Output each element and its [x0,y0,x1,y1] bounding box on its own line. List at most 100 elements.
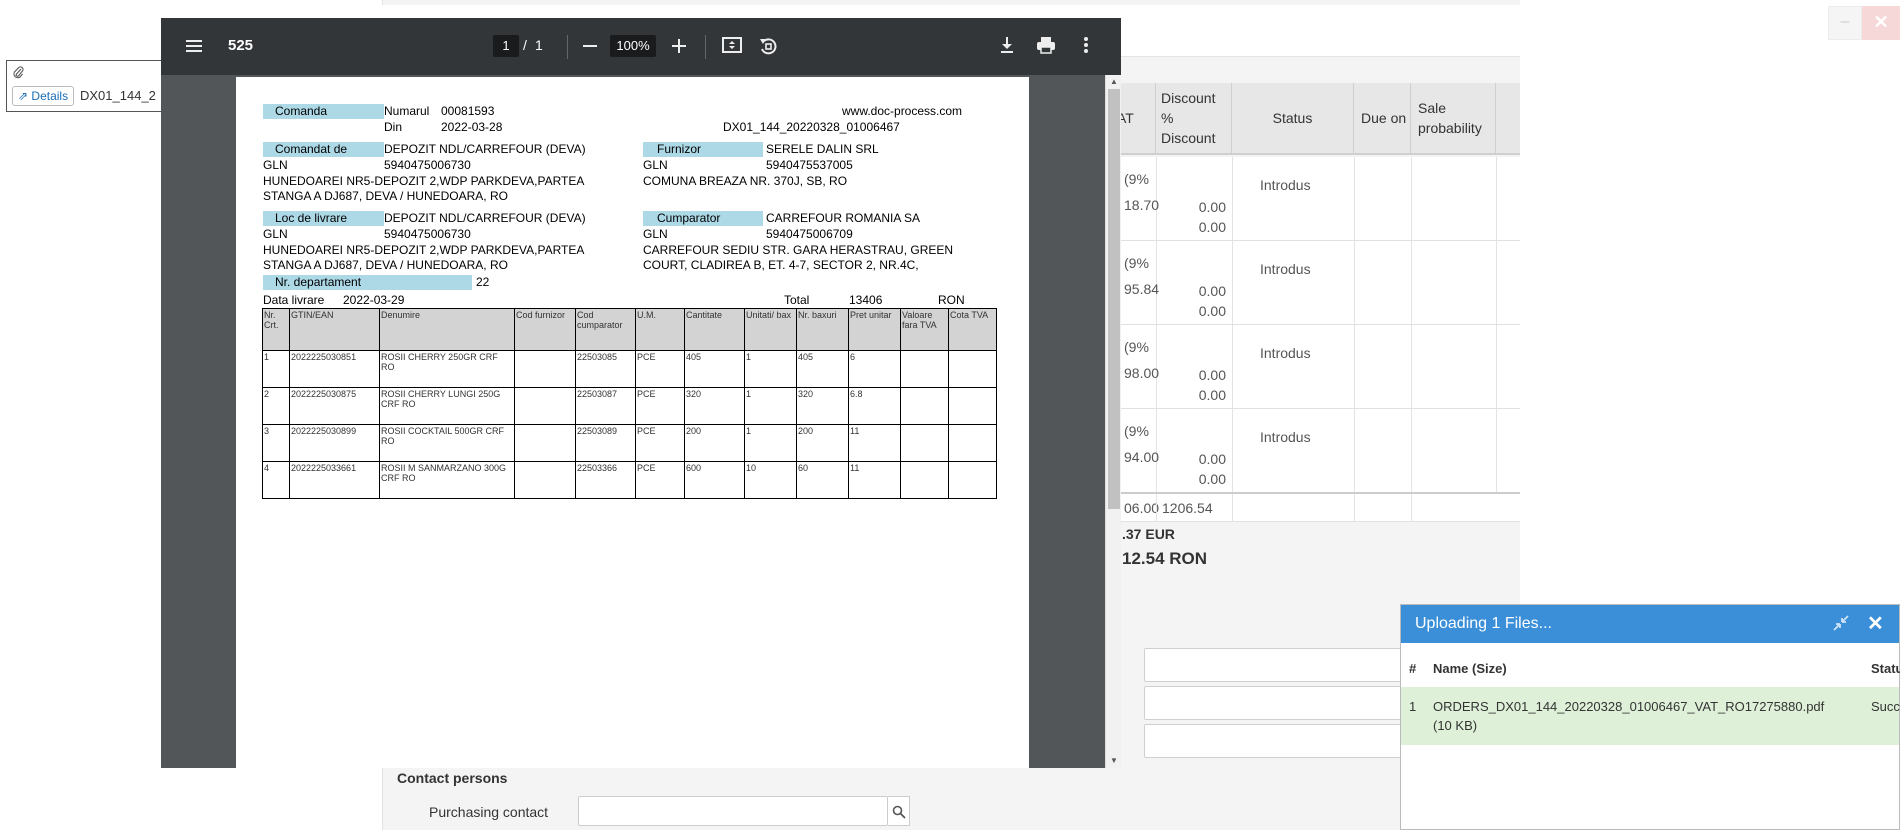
cell: 22503087 [575,387,636,425]
print-icon [1037,37,1055,54]
download-button[interactable] [996,36,1018,58]
din-label: Din [384,120,403,134]
cell: 22503085 [575,350,636,388]
table-row[interactable]: (9% 98.00 0.00 0.00 Introdus [1110,325,1520,409]
close-icon[interactable]: ✕ [1867,611,1884,636]
upload-file-status: Succ [1871,699,1900,714]
order-items-table: Nr. Crt. GTIN/EAN Denumire Cod furnizor … [262,308,997,499]
column-header-sale-probability[interactable]: Sale probability [1411,83,1496,155]
upload-file-name: ORDERS_DX01_144_20220328_01006467_VAT_RO… [1433,699,1825,714]
cell: 405 [796,350,849,388]
column-header-due-on[interactable]: Due on [1354,83,1411,155]
minus-icon [583,45,597,47]
cell [948,387,997,425]
purchasing-contact-label: Purchasing contact [429,804,549,820]
total-value: 13406 [849,293,883,307]
furnizor-label: Furnizor [643,142,763,157]
details-button-label: Details [31,89,69,103]
scroll-down-arrow-icon[interactable]: ▼ [1106,754,1122,768]
sum-ron: 12.54 RON [1122,549,1208,568]
scroll-up-arrow-icon[interactable]: ▲ [1106,75,1122,89]
print-button[interactable] [1035,36,1057,58]
fit-page-icon [722,37,742,53]
comandat-gln: 5940475006730 [384,158,471,172]
col-cod-furnizor: Cod furnizor [514,308,576,351]
zoom-in-button[interactable] [668,36,690,58]
data-livrare-label: Data livrare [263,293,325,307]
table-row[interactable]: (9% 94.00 0.00 0.00 Introdus [1110,409,1520,493]
cell [948,350,997,388]
more-options-button[interactable] [1075,36,1097,58]
table-row[interactable]: (9% 95.84 0.00 0.00 Introdus [1110,241,1520,325]
column-header-extra [1496,83,1520,155]
cell: 1 [744,387,797,425]
livrare-address-line2: STANGA A DJ687, DEVA / HUNEDOARA, RO [263,258,508,272]
status-value: Introdus [1260,261,1311,277]
upload-col-name: Name (Size) [1433,661,1507,676]
vat-rate: (9% [1124,171,1149,187]
page-number-input[interactable]: 1 [493,35,519,57]
cell: ROSII CHERRY LUNGI 250G CRF RO [379,387,515,425]
discount-amount: 0.00 [1198,387,1226,403]
comandat-address-line1: HUNEDOAREI NR5-DEPOZIT 2,WDP PARKDEVA,PA… [263,174,585,188]
vat-amount: 98.00 [1124,365,1160,381]
form-input[interactable] [1144,724,1404,758]
table-row[interactable]: (9% 18.70 0.00 0.00 Introdus [1110,157,1520,241]
cell: 4 [262,461,290,499]
sum-eur: .37 EUR [1122,526,1175,542]
details-button[interactable]: ⇗ Details [12,86,75,106]
upload-dialog-header: Uploading 1 Files... ✕ [1401,605,1899,643]
cell: 405 [684,350,745,388]
cell: 3 [262,424,290,462]
search-button[interactable] [888,796,910,826]
upload-file-index: 1 [1409,699,1417,714]
compress-icon[interactable] [1832,614,1850,637]
vat-rate: (9% [1124,423,1149,439]
column-header-discount: Discount % Discount [1156,83,1232,155]
livrare-label: Loc de livrare [263,211,384,226]
cell: 2022225033661 [289,461,380,499]
col-nr: Nr. Crt. [262,308,290,351]
cell [900,461,949,499]
cell [514,387,576,425]
column-header-status[interactable]: Status [1232,83,1354,155]
departament-label: Nr. departament [263,275,472,290]
document-id: DX01_144_20220328_01006467 [723,120,900,134]
vat-amount: 95.84 [1124,281,1160,297]
background-order-table: AT Discount % Discount Status Due on Sal… [1110,83,1520,523]
cell: 10 [744,461,797,499]
col-gtin: GTIN/EAN [289,308,380,351]
zoom-out-button[interactable] [579,36,601,58]
cell: 22503366 [575,461,636,499]
close-window-button[interactable]: ✕ [1862,6,1900,40]
cell [900,350,949,388]
form-input[interactable] [1144,686,1404,720]
minimize-button[interactable]: – [1828,6,1862,40]
purchasing-contact-input[interactable] [578,796,888,826]
col-pret: Pret unitar [848,308,901,351]
form-input[interactable] [1144,648,1404,682]
pdf-scrollbar[interactable]: ▲ ▼ [1105,75,1121,768]
cell: PCE [635,424,685,462]
col-cota: Cota TVA [948,308,997,351]
comanda-label: Comanda [263,104,384,119]
comandat-name: DEPOZIT NDL/CARREFOUR (DEVA) [384,142,586,156]
status-value: Introdus [1260,345,1311,361]
cell: PCE [635,350,685,388]
page-total: 1 [535,37,543,53]
cumparator-address-line1: CARREFOUR SEDIU STR. GARA HERASTRAU, GRE… [643,243,954,257]
table-row: 1 2022225030851 ROSII CHERRY 250GR CRF RO 2… [262,350,997,388]
cell: 2 [262,387,290,425]
attachment-file-name[interactable]: DX01_144_2 [80,88,156,103]
cell [514,350,576,388]
vat-amount: 94.00 [1124,449,1160,465]
zoom-input[interactable]: 100% [610,35,656,57]
fit-page-button[interactable] [721,36,743,58]
discount-percent: 0.00 [1198,283,1226,299]
cumparator-address-line2: COURT, CLADIREA B, ET. 4-7, SECTOR 2, NR… [643,258,919,272]
status-value: Introdus [1260,177,1311,193]
menu-icon[interactable] [183,36,205,58]
scrollbar-thumb[interactable] [1108,89,1120,509]
rotate-button[interactable] [757,36,779,58]
cell [948,424,997,462]
